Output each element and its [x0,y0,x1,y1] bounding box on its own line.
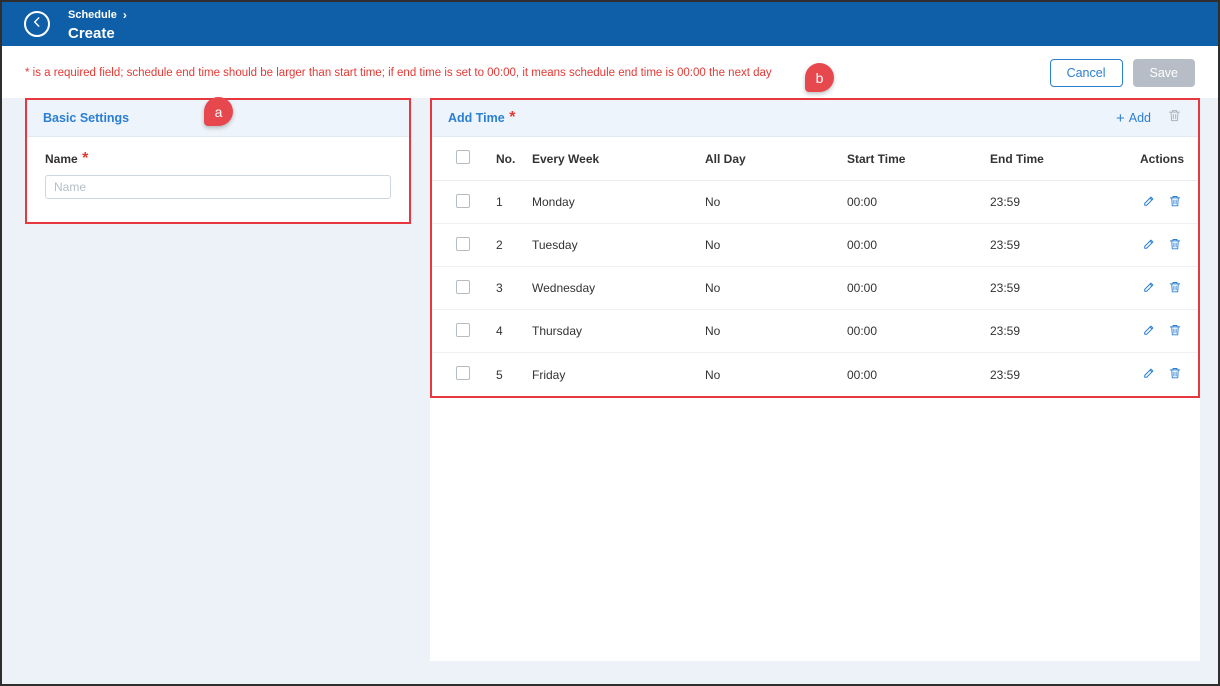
trash-icon [1168,323,1182,340]
pencil-icon [1142,237,1156,254]
basic-settings-title: Basic Settings [43,111,129,125]
table-row: 3 Wednesday No 00:00 23:59 [432,267,1198,310]
col-start-time: Start Time [847,152,990,166]
chevron-right-icon: › [123,8,127,22]
cell-every-week: Friday [532,368,705,382]
col-all-day: All Day [705,152,847,166]
add-time-required-mark: * [509,109,515,126]
edit-row-button[interactable] [1142,366,1156,383]
row-checkbox[interactable] [456,323,470,337]
cell-start-time: 00:00 [847,281,990,295]
col-no: No. [496,152,532,166]
header-titles: Schedule › Create [68,8,127,42]
add-button-label: Add [1129,111,1151,125]
edit-row-button[interactable] [1142,237,1156,254]
form-actions: Cancel Save [1050,59,1195,87]
table-row: 4 Thursday No 00:00 23:59 [432,310,1198,353]
basic-settings-body: Name * [27,137,409,199]
name-required-mark: * [82,150,88,167]
add-time-add-button[interactable]: + Add [1116,111,1151,126]
cancel-button[interactable]: Cancel [1050,59,1123,87]
delete-row-button[interactable] [1168,366,1182,383]
cell-end-time: 23:59 [990,195,1140,209]
cell-start-time: 00:00 [847,238,990,252]
cell-all-day: No [705,195,847,209]
edit-row-button[interactable] [1142,194,1156,211]
plus-icon: + [1116,111,1125,126]
page-title: Create [68,25,127,42]
cell-all-day: No [705,238,847,252]
cell-start-time: 00:00 [847,195,990,209]
edit-row-button[interactable] [1142,280,1156,297]
col-every-week: Every Week [532,152,705,166]
row-checkbox[interactable] [456,280,470,294]
cell-no: 1 [496,195,532,209]
cell-every-week: Monday [532,195,705,209]
name-input[interactable] [45,175,391,199]
top-header: Schedule › Create [2,2,1218,46]
cell-every-week: Wednesday [532,281,705,295]
cell-every-week: Thursday [532,324,705,338]
cell-no: 5 [496,368,532,382]
row-checkbox[interactable] [456,366,470,380]
delete-selected-button[interactable] [1167,108,1182,128]
delete-row-button[interactable] [1168,194,1182,211]
pencil-icon [1142,194,1156,211]
edit-row-button[interactable] [1142,323,1156,340]
trash-icon [1168,194,1182,211]
add-time-annotated-region: Add Time * + Add [430,98,1200,398]
cell-end-time: 23:59 [990,368,1140,382]
pencil-icon [1142,280,1156,297]
save-button[interactable]: Save [1133,59,1196,87]
cell-all-day: No [705,281,847,295]
add-time-title: Add Time [448,111,505,125]
annotation-badge-b: b [805,63,834,92]
trash-icon [1168,280,1182,297]
table-row: 1 Monday No 00:00 23:59 [432,181,1198,224]
cell-start-time: 00:00 [847,368,990,382]
cell-no: 2 [496,238,532,252]
cell-no: 3 [496,281,532,295]
select-all-checkbox[interactable] [456,150,470,164]
pencil-icon [1142,323,1156,340]
col-actions: Actions [1140,152,1184,166]
page: Schedule › Create * is a required field;… [0,0,1220,686]
breadcrumb: Schedule › [68,8,127,22]
add-time-header: Add Time * + Add [432,100,1198,137]
cell-all-day: No [705,324,847,338]
trash-icon [1167,108,1182,128]
trash-icon [1168,237,1182,254]
table-row: 2 Tuesday No 00:00 23:59 [432,224,1198,267]
cell-no: 4 [496,324,532,338]
back-button[interactable] [24,11,50,37]
chevron-left-icon [30,15,44,34]
delete-row-button[interactable] [1168,280,1182,297]
row-checkbox[interactable] [456,194,470,208]
time-table-header-row: No. Every Week All Day Start Time End Ti… [432,137,1198,181]
cell-end-time: 23:59 [990,281,1140,295]
delete-row-button[interactable] [1168,323,1182,340]
required-field-notice: * is a required field; schedule end time… [25,67,772,79]
col-end-time: End Time [990,152,1140,166]
cell-end-time: 23:59 [990,324,1140,338]
pencil-icon [1142,366,1156,383]
table-row: 5 Friday No 00:00 23:59 [432,353,1198,396]
cell-all-day: No [705,368,847,382]
trash-icon [1168,366,1182,383]
name-label: Name [45,152,78,166]
cell-end-time: 23:59 [990,238,1140,252]
cell-every-week: Tuesday [532,238,705,252]
annotation-badge-a: a [204,97,233,126]
delete-row-button[interactable] [1168,237,1182,254]
breadcrumb-schedule[interactable]: Schedule [68,9,117,21]
notice-strip: * is a required field; schedule end time… [2,46,1218,98]
row-checkbox[interactable] [456,237,470,251]
add-time-panel: Add Time * + Add [430,98,1200,661]
add-time-controls: + Add [1116,108,1182,128]
cell-start-time: 00:00 [847,324,990,338]
